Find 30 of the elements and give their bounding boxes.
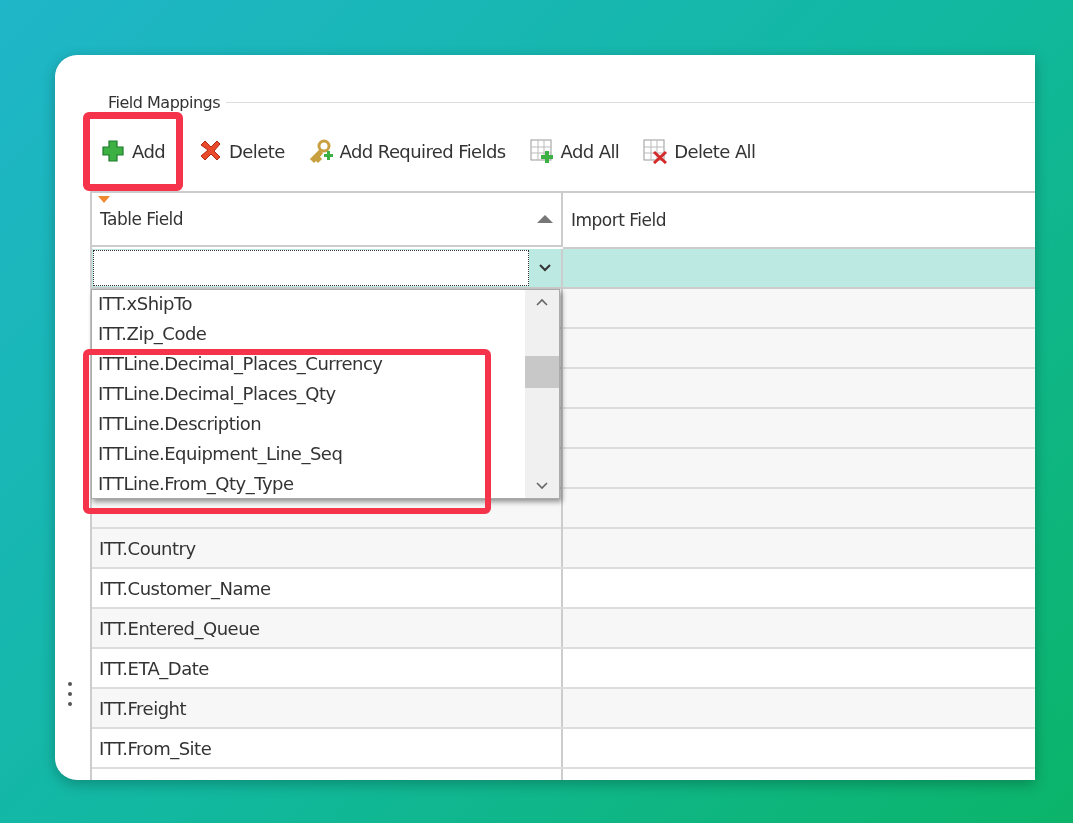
scroll-up-icon[interactable] <box>536 298 548 306</box>
scroll-thumb[interactable] <box>525 356 559 388</box>
group-title: Field Mappings <box>107 92 221 112</box>
sort-ascending-icon <box>537 215 553 223</box>
dropdown-item[interactable]: ITT.xShipTo <box>92 290 525 320</box>
combo-input-field[interactable] <box>93 250 529 286</box>
dropdown-item[interactable]: ITTLine.Equipment_Line_Seq <box>92 440 525 470</box>
dropdown-item[interactable]: ITTLine.Description <box>92 410 525 440</box>
scroll-down-icon[interactable] <box>536 482 548 490</box>
dropdown-item[interactable]: ITTLine.Decimal_Places_Currency <box>92 350 525 380</box>
table-cell[interactable]: ITT.Customer_Name <box>92 569 563 607</box>
scrollbar[interactable] <box>525 290 559 498</box>
selected-row-cell[interactable] <box>563 249 1035 287</box>
toolbar-button[interactable]: Delete <box>189 111 294 191</box>
plus-icon <box>101 138 125 164</box>
toolbar-button[interactable]: Delete All <box>634 111 765 191</box>
column-header[interactable]: Table Field <box>92 193 563 247</box>
grid-plus-icon <box>529 138 554 164</box>
table-cell[interactable]: ITT.From_Site <box>92 729 563 767</box>
dropdown-item[interactable]: ITTLine.From_Qty_Type <box>92 470 525 500</box>
dropdown-item[interactable]: ITT.Zip_Code <box>92 320 525 350</box>
drag-handle-icon[interactable] <box>68 681 72 707</box>
toolbar-button[interactable]: Add Required Fields <box>299 111 515 191</box>
grid-cross-icon <box>643 138 668 164</box>
dropdown-item[interactable]: ITTLine.Decimal_Places_Qty <box>92 380 525 410</box>
chevron-down-icon <box>539 264 551 272</box>
toolbar-button[interactable]: Add All <box>520 111 629 191</box>
toolbar-button[interactable]: Add <box>83 111 184 191</box>
key-icon <box>308 138 333 164</box>
table-cell[interactable]: ITT.ETA_Date <box>92 649 563 687</box>
